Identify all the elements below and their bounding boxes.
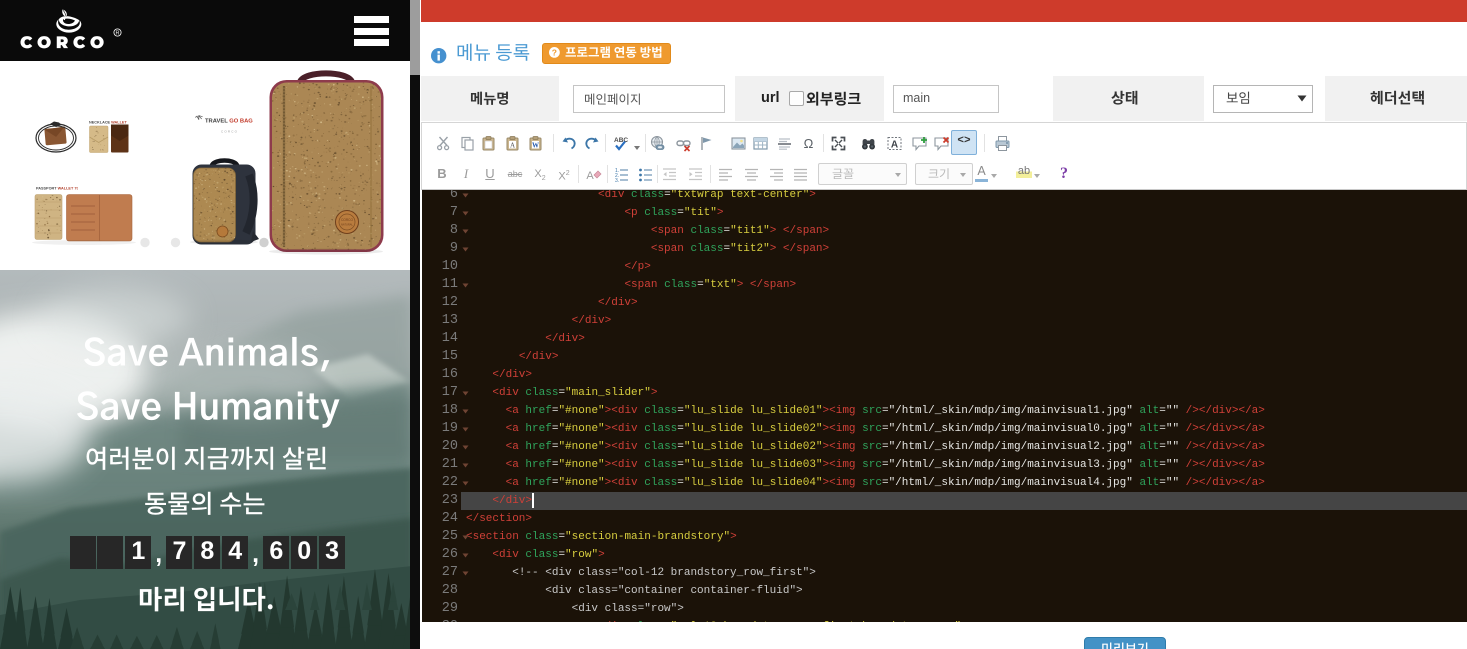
svg-text:A: A (586, 170, 594, 182)
svg-text:W: W (532, 141, 539, 149)
svg-text:A: A (891, 139, 898, 150)
svg-text:ABC: ABC (614, 137, 628, 144)
svg-text:CORCO: CORCO (341, 218, 353, 222)
svg-text:NECKLACE WALLET: NECKLACE WALLET (89, 121, 127, 125)
svg-text:R: R (116, 31, 120, 37)
svg-text:Ω: Ω (804, 136, 814, 151)
svg-text:?: ? (552, 48, 557, 58)
svg-text:CORCO: CORCO (221, 130, 238, 134)
svg-text:PASSPORT WALLET 7t: PASSPORT WALLET 7t (36, 187, 78, 191)
svg-text:NATURAL: NATURAL (341, 223, 353, 227)
svg-text:3.: 3. (615, 178, 619, 183)
svg-text:TRAVEL GO BAG: TRAVEL GO BAG (205, 119, 253, 125)
svg-text:A: A (510, 141, 515, 149)
